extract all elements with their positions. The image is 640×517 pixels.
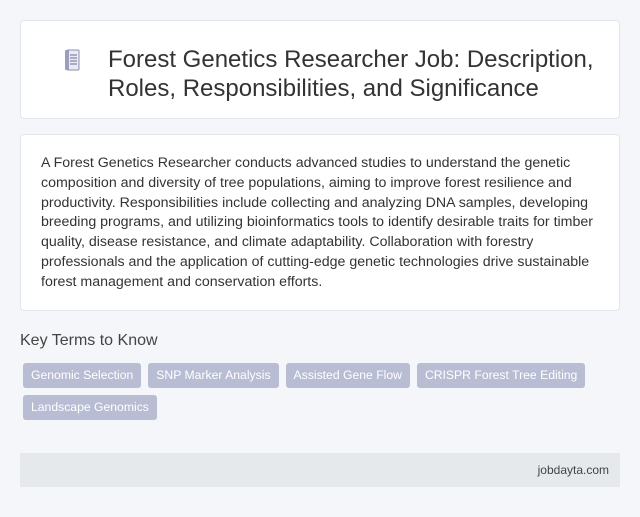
job-description: A Forest Genetics Researcher conducts ad…	[41, 155, 593, 290]
tag-landscape-genomics[interactable]: Landscape Genomics	[23, 395, 157, 420]
page-title: Forest Genetics Researcher Job: Descript…	[108, 46, 594, 102]
footer-site-link[interactable]: jobdayta.com	[538, 462, 609, 478]
footer: jobdayta.com	[20, 453, 620, 487]
header-card: Forest Genetics Researcher Job: Descript…	[20, 20, 620, 119]
tag-genomic-selection[interactable]: Genomic Selection	[23, 363, 142, 388]
description-card: A Forest Genetics Researcher conducts ad…	[20, 134, 620, 311]
tag-crispr-forest-tree-editing[interactable]: CRISPR Forest Tree Editing	[416, 363, 586, 388]
document-icon	[65, 49, 81, 71]
key-terms-heading: Key Terms to Know	[20, 332, 158, 349]
tag-assisted-gene-flow[interactable]: Assisted Gene Flow	[285, 363, 410, 388]
tag-snp-marker-analysis[interactable]: SNP Marker Analysis	[148, 363, 279, 388]
key-terms-list: Genomic Selection SNP Marker Analysis As…	[23, 363, 603, 420]
